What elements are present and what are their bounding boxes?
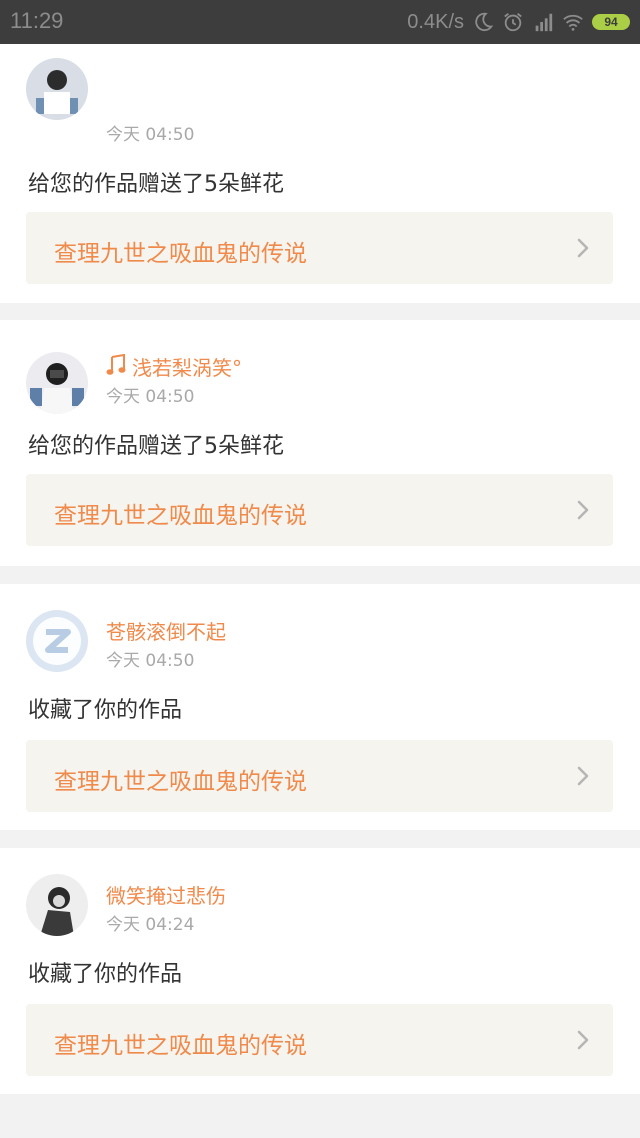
status-bar: 11:29 0.4K/s 94: [0, 0, 640, 44]
chevron-right-icon: [577, 238, 589, 258]
music-note-icon: [106, 354, 126, 375]
chevron-right-icon: [577, 500, 589, 520]
alarm-icon: [504, 13, 522, 32]
chevron-right-icon: [577, 766, 589, 786]
work-link[interactable]: 查理九世之吸血鬼的传说: [26, 740, 613, 812]
message-card: 今天 04:50 给您的作品赠送了5朵鲜花 查理九世之吸血鬼的传说: [0, 58, 640, 303]
hd-signal-icon: [535, 13, 553, 32]
work-title: 查理九世之吸血鬼的传说: [54, 769, 307, 795]
avatar[interactable]: [26, 352, 88, 414]
sender-name[interactable]: 浅若梨涡笑°: [132, 352, 242, 381]
work-link[interactable]: 查理九世之吸血鬼的传说: [26, 212, 613, 284]
message-date: 今天 04:50: [106, 125, 195, 145]
message-card: 微笑掩过悲伤 今天 04:24 收藏了你的作品 查理九世之吸血鬼的传说: [0, 848, 640, 1094]
work-title: 查理九世之吸血鬼的传说: [54, 503, 307, 529]
work-title: 查理九世之吸血鬼的传说: [54, 241, 307, 267]
status-icons: 0.4K/s 94: [407, 8, 630, 36]
message-action: 给您的作品赠送了5朵鲜花: [28, 434, 284, 459]
message-card: 苍骸滚倒不起 今天 04:50 收藏了你的作品 查理九世之吸血鬼的传说: [0, 584, 640, 830]
work-title: 查理九世之吸血鬼的传说: [54, 1033, 307, 1059]
sender-name[interactable]: 微笑掩过悲伤: [106, 880, 226, 909]
message-date: 今天 04:24: [106, 915, 195, 935]
moon-icon: [475, 12, 494, 32]
wifi-icon: [563, 14, 583, 31]
message-card: 浅若梨涡笑° 今天 04:50 给您的作品赠送了5朵鲜花 查理九世之吸血鬼的传说: [0, 320, 640, 566]
sender-name[interactable]: 苍骸滚倒不起: [106, 616, 226, 645]
message-action: 给您的作品赠送了5朵鲜花: [28, 172, 284, 197]
avatar[interactable]: [26, 58, 88, 120]
net-speed: 0.4K/s: [407, 10, 464, 33]
status-time: 11:29: [10, 8, 64, 33]
message-date: 今天 04:50: [106, 387, 195, 407]
message-date: 今天 04:50: [106, 651, 195, 671]
message-action: 收藏了你的作品: [28, 698, 183, 723]
work-link[interactable]: 查理九世之吸血鬼的传说: [26, 474, 613, 546]
work-link[interactable]: 查理九世之吸血鬼的传说: [26, 1004, 613, 1076]
avatar[interactable]: [26, 874, 88, 936]
chevron-right-icon: [577, 1030, 589, 1050]
message-action: 收藏了你的作品: [28, 962, 183, 987]
battery-icon: 94: [592, 14, 630, 30]
avatar[interactable]: [26, 610, 88, 672]
